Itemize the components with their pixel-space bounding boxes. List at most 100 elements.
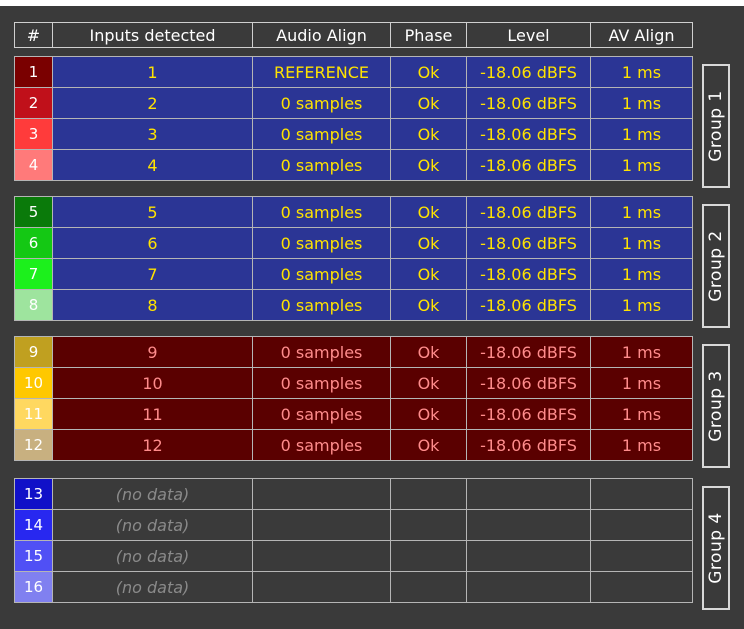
level-cell: -18.06 dBFS — [466, 118, 591, 150]
group-table: 550 samples Ok -18.06 dBFS 1 ms 6 6 0 samples O… — [14, 196, 693, 321]
phase-cell: Ok — [390, 118, 467, 150]
level-cell: -18.06 dBFS — [466, 429, 591, 461]
channel-row: 550 samples Ok -18.06 dBFS 1 ms — [14, 196, 693, 228]
phase-cell — [390, 478, 467, 510]
group-table: 1 1 REFERENCE Ok -18.06 dBFS 1 ms 2 2 0 samples O… — [14, 56, 693, 181]
channel-row: 440 samples Ok -18.06 dBFS 1 ms — [14, 149, 693, 181]
level-cell — [466, 540, 591, 572]
level-cell: -18.06 dBFS — [466, 87, 591, 119]
channel-number: 1 — [14, 56, 53, 88]
input-cell: 8 — [52, 289, 253, 321]
input-cell: 12 — [52, 429, 253, 461]
phase-cell: Ok — [390, 336, 467, 368]
phase-cell: Ok — [390, 398, 467, 430]
audio-align-cell — [252, 571, 391, 603]
channel-row: 880 samples Ok -18.06 dBFS 1 ms — [14, 289, 693, 321]
channel-row: 10 10 0 samples Ok -18.06 dBFS 1 ms — [14, 367, 693, 399]
channel-row: 220 samples Ok -18.06 dBFS 1 ms — [14, 87, 693, 119]
channel-row: 16 (no data) — [14, 571, 693, 603]
input-cell: 4 — [52, 149, 253, 181]
group-table: 13 (no data) 14 (no data) 15 (no data) 16 (no d… — [14, 478, 693, 603]
channel-number: 12 — [14, 429, 53, 461]
header-phase: Phase — [390, 22, 467, 48]
audio-align-cell: 0 samples — [252, 367, 391, 399]
input-cell: 3 — [52, 118, 253, 150]
group-label: Group 3 — [706, 370, 726, 442]
channel-row: 660 samples Ok -18.06 dBFS 1 ms — [14, 227, 693, 259]
phase-cell — [390, 509, 467, 541]
channel-row: 14 (no data) — [14, 509, 693, 541]
level-cell: -18.06 dBFS — [466, 289, 591, 321]
phase-cell: Ok — [390, 56, 467, 88]
level-cell: -18.06 dBFS — [466, 149, 591, 181]
audio-align-cell: 0 samples — [252, 87, 391, 119]
group-label: Group 2 — [706, 230, 726, 302]
phase-cell: Ok — [390, 289, 467, 321]
phase-cell: Ok — [390, 367, 467, 399]
phase-cell: Ok — [390, 87, 467, 119]
audio-align-cell: 0 samples — [252, 258, 391, 290]
av-align-cell: 1 ms — [590, 429, 693, 461]
header-inputs-detected: Inputs detected — [52, 22, 253, 48]
input-cell: 10 — [52, 367, 253, 399]
audio-align-cell: 0 samples — [252, 118, 391, 150]
audio-align-cell: 0 samples — [252, 289, 391, 321]
input-cell: 2 — [52, 87, 253, 119]
channel-number: 3 — [14, 118, 53, 150]
input-cell: 5 — [52, 196, 253, 228]
av-align-cell: 1 ms — [590, 149, 693, 181]
audio-align-cell: 0 samples — [252, 336, 391, 368]
phase-cell: Ok — [390, 429, 467, 461]
input-cell: (no data) — [52, 571, 253, 603]
level-cell: -18.06 dBFS — [466, 56, 591, 88]
av-align-cell: 1 ms — [590, 87, 693, 119]
level-cell: -18.06 dBFS — [466, 227, 591, 259]
channel-number: 4 — [14, 149, 53, 181]
channel-number: 11 — [14, 398, 53, 430]
av-align-cell: 1 ms — [590, 398, 693, 430]
channel-number: 8 — [14, 289, 53, 321]
input-cell: (no data) — [52, 540, 253, 572]
input-cell: 9 — [52, 336, 253, 368]
audio-align-cell: REFERENCE — [252, 56, 391, 88]
av-align-cell — [590, 509, 693, 541]
audio-align-cell — [252, 540, 391, 572]
channel-row: 11 11 0 samples Ok -18.06 dBFS 1 ms — [14, 398, 693, 430]
level-cell: -18.06 dBFS — [466, 258, 591, 290]
header-audio-align: Audio Align — [252, 22, 391, 48]
audio-align-cell: 0 samples — [252, 149, 391, 181]
group-label-box: Group 2 — [702, 204, 730, 328]
input-cell: 7 — [52, 258, 253, 290]
group-table: 990 samples Ok -18.06 dBFS 1 ms 10 10 0 sample… — [14, 336, 693, 461]
level-cell: -18.06 dBFS — [466, 398, 591, 430]
audio-align-cell — [252, 478, 391, 510]
group-label-box: Group 1 — [702, 64, 730, 188]
phase-cell: Ok — [390, 149, 467, 181]
av-align-cell: 1 ms — [590, 367, 693, 399]
level-cell — [466, 478, 591, 510]
av-align-cell: 1 ms — [590, 118, 693, 150]
phase-cell: Ok — [390, 227, 467, 259]
input-cell: (no data) — [52, 509, 253, 541]
av-align-cell: 1 ms — [590, 227, 693, 259]
channel-row: 15 (no data) — [14, 540, 693, 572]
level-cell — [466, 571, 591, 603]
channel-number: 15 — [14, 540, 53, 572]
level-cell: -18.06 dBFS — [466, 196, 591, 228]
audio-align-cell: 0 samples — [252, 398, 391, 430]
input-cell: 1 — [52, 56, 253, 88]
group-label-box: Group 3 — [702, 344, 730, 468]
header-number: # — [14, 22, 53, 48]
av-align-cell — [590, 571, 693, 603]
header-level: Level — [466, 22, 591, 48]
group-label: Group 4 — [706, 512, 726, 584]
header-row: # Inputs detected Audio Align Phase Leve… — [14, 22, 693, 48]
group-label-box: Group 4 — [702, 486, 730, 610]
level-cell: -18.06 dBFS — [466, 367, 591, 399]
phase-cell: Ok — [390, 196, 467, 228]
av-align-cell: 1 ms — [590, 196, 693, 228]
group-label: Group 1 — [706, 90, 726, 162]
audio-align-cell: 0 samples — [252, 429, 391, 461]
channel-row: 990 samples Ok -18.06 dBFS 1 ms — [14, 336, 693, 368]
audio-align-cell: 0 samples — [252, 196, 391, 228]
